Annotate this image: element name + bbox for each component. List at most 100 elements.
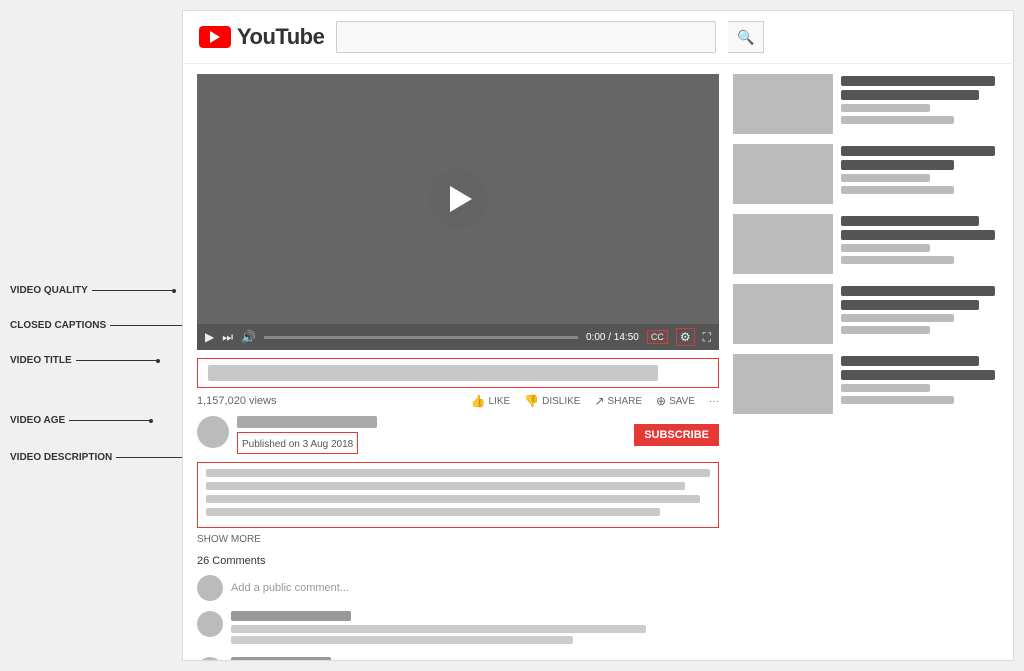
- progress-bar[interactable]: [264, 336, 578, 339]
- search-button[interactable]: 🔍: [728, 21, 764, 53]
- channel-row: Published on 3 Aug 2018 SUBSCRIBE: [197, 416, 719, 454]
- next-button[interactable]: ⏭: [222, 330, 233, 345]
- comment-avatar-2: [197, 657, 223, 661]
- dislike-button[interactable]: 👎 DISLIKE: [524, 394, 580, 408]
- video-title-bar: [197, 358, 719, 388]
- annotation-label-video-title: VIDEO TITLE: [10, 355, 72, 366]
- sidebar-thumbnail-3[interactable]: [733, 214, 833, 274]
- sidebar-title-2b: [841, 160, 954, 170]
- show-more-button[interactable]: SHOW MORE: [197, 534, 719, 545]
- sidebar-thumbnail-1[interactable]: [733, 74, 833, 134]
- channel-name-bar: [237, 416, 377, 428]
- view-count: 1,157,020 views: [197, 395, 277, 407]
- closed-captions-button[interactable]: CC: [647, 330, 668, 344]
- save-label: SAVE: [669, 396, 695, 407]
- annotation-line-video-quality: [92, 290, 172, 291]
- comment-content-1: [231, 611, 719, 647]
- sidebar-info-1: [841, 74, 1003, 134]
- annotation-label-video-quality: VIDEO QUALITY: [10, 285, 88, 296]
- search-input[interactable]: [336, 21, 716, 53]
- annotation-line-video-title: [76, 360, 156, 361]
- video-meta: 1,157,020 views 👍 LIKE 👎 DISLIKE ↗ SHA: [197, 394, 719, 408]
- sidebar-meta-3a: [841, 244, 930, 252]
- youtube-logo: YouTube: [199, 24, 324, 50]
- volume-button[interactable]: 🔊: [241, 330, 256, 344]
- annotation-dot-video-age: [149, 419, 153, 423]
- comment-avatar-1: [197, 611, 223, 637]
- more-button[interactable]: ···: [709, 396, 719, 407]
- sidebar-item-3: [733, 214, 1003, 274]
- time-display: 0:00 / 14:50: [586, 332, 639, 343]
- comments-count: 26 Comments: [197, 555, 719, 567]
- video-age-box: Published on 3 Aug 2018: [237, 432, 358, 454]
- annotation-label-video-description: VIDEO DESCRIPTION: [10, 452, 112, 463]
- sidebar-title-1b: [841, 90, 979, 100]
- annotation-dot-video-title: [156, 359, 160, 363]
- comment-avatar: [197, 575, 223, 601]
- sidebar-item-1: [733, 74, 1003, 134]
- sidebar-info-2: [841, 144, 1003, 204]
- comment-name-1: [231, 611, 351, 621]
- like-icon: 👍: [471, 394, 486, 408]
- desc-line-3: [206, 495, 700, 503]
- save-icon: ⊕: [656, 394, 666, 408]
- comment-row-1: [197, 611, 719, 647]
- sidebar-title-5b: [841, 370, 995, 380]
- dislike-icon: 👎: [524, 394, 539, 408]
- save-button[interactable]: ⊕ SAVE: [656, 394, 695, 408]
- video-age-text: Published on 3 Aug 2018: [242, 439, 353, 450]
- play-button[interactable]: [428, 169, 488, 229]
- video-controls: ▶ ⏭ 🔊 0:00 / 14:50 CC ⚙ ⛶: [197, 324, 719, 350]
- desc-line-2: [206, 482, 685, 490]
- sidebar-info-3: [841, 214, 1003, 274]
- share-label: SHARE: [608, 396, 642, 407]
- annotation-dot-video-quality: [172, 289, 176, 293]
- annotation-video-title: VIDEO TITLE: [10, 355, 160, 366]
- play-control-button[interactable]: ▶: [205, 330, 214, 344]
- youtube-logo-icon: [199, 26, 231, 48]
- action-buttons: 👍 LIKE 👎 DISLIKE ↗ SHARE ⊕: [471, 394, 719, 408]
- video-description-box: [197, 462, 719, 528]
- comment-text-1b: [231, 636, 573, 644]
- dislike-label: DISLIKE: [542, 396, 580, 407]
- like-button[interactable]: 👍 LIKE: [471, 394, 511, 408]
- comment-row-2: [197, 657, 719, 661]
- sidebar-meta-4a: [841, 314, 954, 322]
- sidebar: [733, 64, 1013, 661]
- annotation-video-quality: VIDEO QUALITY: [10, 285, 176, 296]
- content-area: ▶ ⏭ 🔊 0:00 / 14:50 CC ⚙ ⛶ 1,157,: [183, 64, 1013, 661]
- youtube-logo-text: YouTube: [237, 24, 324, 50]
- share-icon: ↗: [594, 394, 604, 408]
- video-player[interactable]: [197, 74, 719, 324]
- sidebar-title-1a: [841, 76, 995, 86]
- comment-name-2: [231, 657, 331, 661]
- settings-button[interactable]: ⚙: [676, 328, 695, 346]
- main-container: YouTube 🔍 ▶ ⏭ 🔊 0:00 / 14:50 CC ⚙: [182, 10, 1014, 661]
- avatar: [197, 416, 229, 448]
- main-content: ▶ ⏭ 🔊 0:00 / 14:50 CC ⚙ ⛶ 1,157,: [183, 64, 733, 661]
- sidebar-meta-1b: [841, 116, 954, 124]
- fullscreen-button[interactable]: ⛶: [703, 330, 711, 345]
- share-button[interactable]: ↗ SHARE: [594, 394, 642, 408]
- sidebar-title-2a: [841, 146, 995, 156]
- comment-content-2: [231, 657, 719, 661]
- desc-line-4: [206, 508, 660, 516]
- video-title-placeholder: [208, 365, 658, 381]
- sidebar-info-4: [841, 284, 1003, 344]
- sidebar-meta-5b: [841, 396, 954, 404]
- sidebar-item-4: [733, 284, 1003, 344]
- sidebar-thumbnail-2[interactable]: [733, 144, 833, 204]
- like-label: LIKE: [488, 396, 510, 407]
- sidebar-item-2: [733, 144, 1003, 204]
- comment-input-row: Add a public comment...: [197, 575, 719, 601]
- sidebar-meta-2b: [841, 186, 954, 194]
- comment-input-placeholder[interactable]: Add a public comment...: [231, 582, 349, 594]
- sidebar-meta-1a: [841, 104, 930, 112]
- sidebar-title-3a: [841, 216, 979, 226]
- sidebar-title-4b: [841, 300, 979, 310]
- annotation-video-description: VIDEO DESCRIPTION: [10, 452, 200, 463]
- sidebar-thumbnail-4[interactable]: [733, 284, 833, 344]
- sidebar-thumbnail-5[interactable]: [733, 354, 833, 414]
- sidebar-title-5a: [841, 356, 979, 366]
- subscribe-button[interactable]: SUBSCRIBE: [634, 424, 719, 446]
